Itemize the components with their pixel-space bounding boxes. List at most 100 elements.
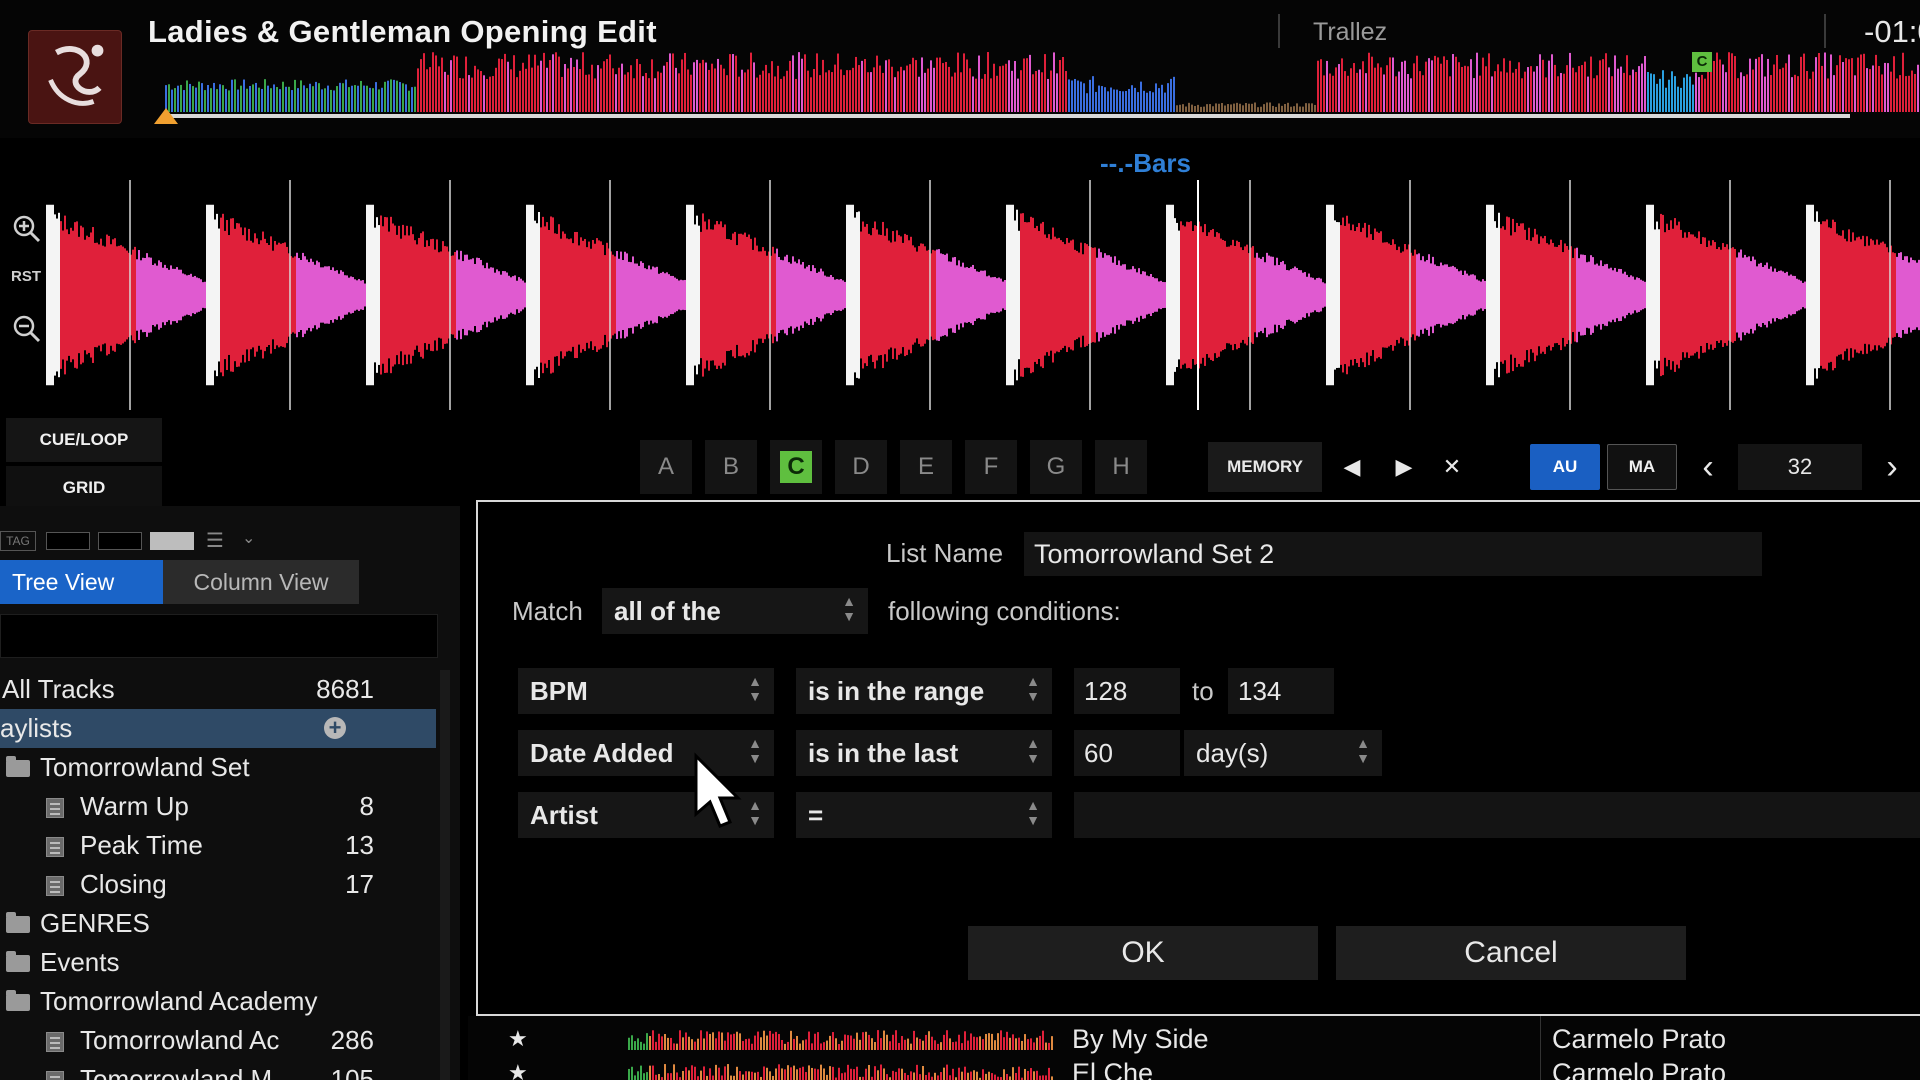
track-row[interactable]: ★ El Che Carmelo Prato bbox=[468, 1056, 1920, 1080]
tree-item-playlist[interactable]: Tomorrowland Ac 286 bbox=[0, 1021, 436, 1060]
tree-item-playlist[interactable]: Warm Up 8 bbox=[0, 787, 436, 826]
time-unit-select[interactable]: day(s) ▲ ▼ bbox=[1184, 730, 1382, 776]
tree-item-label: Closing bbox=[80, 869, 167, 899]
hot-cue-e-button[interactable]: E bbox=[900, 440, 952, 494]
tag-button[interactable]: TAG bbox=[0, 531, 36, 551]
track-title-cell: By My Side bbox=[1072, 1024, 1209, 1054]
tree-item-folder[interactable]: Events bbox=[0, 943, 436, 982]
updown-arrows-icon: ▲ ▼ bbox=[1356, 735, 1370, 766]
memory-prev-icon[interactable]: ◀ bbox=[1330, 442, 1374, 492]
tree-item-label: Tomorrowland Academy bbox=[40, 986, 318, 1016]
playhead-marker-icon bbox=[154, 108, 178, 124]
tab-cue-loop[interactable]: CUE/LOOP bbox=[6, 418, 162, 462]
following-conditions-label: following conditions: bbox=[888, 596, 1121, 626]
artist-value-input[interactable] bbox=[1074, 792, 1920, 838]
bpm-min-input[interactable]: 128 bbox=[1074, 668, 1180, 714]
hot-cue-g-button[interactable]: G bbox=[1030, 440, 1082, 494]
tab-column-view[interactable]: Column View bbox=[163, 560, 359, 604]
hot-cue-a-button[interactable]: A bbox=[640, 440, 692, 494]
zoom-out-icon[interactable] bbox=[12, 314, 42, 344]
tree-item-count: 17 bbox=[345, 869, 374, 899]
hot-cue-c-button[interactable]: C bbox=[770, 440, 822, 494]
folder-icon bbox=[6, 951, 30, 972]
tree-scrollbar[interactable] bbox=[440, 670, 450, 1080]
memory-delete-icon[interactable]: ✕ bbox=[1430, 442, 1474, 492]
remaining-time: -01:0 bbox=[1864, 14, 1920, 49]
hot-cue-f-button[interactable]: F bbox=[965, 440, 1017, 494]
tab-grid[interactable]: GRID bbox=[6, 466, 162, 510]
tree-item-playlist[interactable]: Tomorrowland M 105 bbox=[0, 1060, 436, 1080]
time-unit-value: day(s) bbox=[1196, 738, 1269, 768]
updown-arrows-icon: ▲ ▼ bbox=[842, 593, 856, 624]
track-title-cell: El Che bbox=[1072, 1058, 1154, 1080]
list-name-input[interactable]: Tomorrowland Set 2 bbox=[1024, 532, 1762, 576]
bpm-max-input[interactable]: 134 bbox=[1228, 668, 1334, 714]
playlist-icon bbox=[46, 876, 64, 896]
cancel-button[interactable]: Cancel bbox=[1336, 926, 1686, 980]
artwork-logo-icon bbox=[48, 44, 104, 106]
browser-sidebar: TAG ☰ ⌄ Tree View Column View All Tracks… bbox=[0, 506, 460, 1080]
tree-item-label: Tomorrowland M bbox=[80, 1064, 273, 1080]
track-row[interactable]: ★ By My Side Carmelo Prato bbox=[468, 1022, 1920, 1056]
overview-waveform[interactable] bbox=[165, 52, 1920, 112]
tree-item-label: Events bbox=[40, 947, 120, 977]
chevron-down-icon[interactable]: ⌄ bbox=[242, 528, 264, 550]
list-view-icon[interactable]: ☰ bbox=[206, 530, 234, 552]
condition-operator-select[interactable]: is in the last ▲ ▼ bbox=[796, 730, 1052, 776]
track-artist-cell: Carmelo Prato bbox=[1552, 1058, 1727, 1080]
tree-item-folder[interactable]: GENRES bbox=[0, 904, 436, 943]
header-divider bbox=[1278, 14, 1280, 48]
memory-button[interactable]: MEMORY bbox=[1208, 442, 1322, 492]
mouse-cursor-icon bbox=[694, 752, 742, 828]
zoom-in-icon[interactable] bbox=[12, 214, 42, 244]
layout-swatch-2[interactable] bbox=[98, 532, 142, 550]
tree-item-all-tracks[interactable]: All Tracks 8681 bbox=[0, 670, 436, 709]
updown-arrows-icon: ▲ ▼ bbox=[748, 673, 762, 704]
condition-operator-select[interactable]: is in the range ▲ ▼ bbox=[796, 668, 1052, 714]
tab-tree-view[interactable]: Tree View bbox=[0, 560, 163, 604]
tree-item-playlists[interactable]: aylists + bbox=[0, 709, 436, 748]
zoom-reset-button[interactable]: RST bbox=[11, 268, 41, 285]
ma-button[interactable]: MA bbox=[1607, 444, 1677, 490]
track-artist: Trallez bbox=[1313, 18, 1388, 46]
main-waveform-area[interactable]: --.-Bars RST bbox=[0, 140, 1920, 410]
star-icon[interactable]: ★ bbox=[508, 1056, 528, 1080]
tree-item-playlist[interactable]: Closing 17 bbox=[0, 865, 436, 904]
beat-next-icon[interactable]: › bbox=[1870, 442, 1914, 492]
au-button[interactable]: AU bbox=[1530, 444, 1600, 490]
beat-prev-icon[interactable]: ‹ bbox=[1686, 442, 1730, 492]
condition-field-select[interactable]: BPM ▲ ▼ bbox=[518, 668, 774, 714]
layout-swatch-3[interactable] bbox=[150, 532, 194, 550]
search-input[interactable] bbox=[0, 614, 438, 658]
ok-button[interactable]: OK bbox=[968, 926, 1318, 980]
main-waveform[interactable] bbox=[46, 180, 1920, 410]
tree-item-folder[interactable]: Tomorrowland Academy bbox=[0, 982, 436, 1021]
layout-swatch-1[interactable] bbox=[46, 532, 90, 550]
hot-cue-d-button[interactable]: D bbox=[835, 440, 887, 494]
tree-item-label: Peak Time bbox=[80, 830, 203, 860]
track-artist-cell: Carmelo Prato bbox=[1552, 1024, 1727, 1054]
star-icon[interactable]: ★ bbox=[508, 1022, 528, 1056]
cue-control-row: CUE/LOOP GRID A B C D E F G H MEMORY ◀ ▶… bbox=[0, 410, 1920, 510]
hot-cue-h-button[interactable]: H bbox=[1095, 440, 1147, 494]
days-input[interactable]: 60 bbox=[1074, 730, 1180, 776]
tree-item-count: 286 bbox=[330, 1025, 374, 1055]
tree-item-folder[interactable]: Tomorrowland Set bbox=[0, 748, 436, 787]
folder-icon bbox=[6, 756, 30, 777]
memory-next-icon[interactable]: ▶ bbox=[1382, 442, 1426, 492]
match-select[interactable]: all of the ▲ ▼ bbox=[602, 588, 868, 634]
condition-operator-value: = bbox=[808, 800, 824, 830]
updown-arrows-icon: ▲ ▼ bbox=[1026, 797, 1040, 828]
view-toolbar: TAG ☰ ⌄ bbox=[0, 524, 460, 560]
add-playlist-icon[interactable]: + bbox=[324, 717, 346, 739]
overview-progress-line[interactable] bbox=[165, 114, 1850, 118]
condition-operator-select[interactable]: = ▲ ▼ bbox=[796, 792, 1052, 838]
playlist-tree: All Tracks 8681 aylists + Tomorrowland S… bbox=[0, 670, 436, 1080]
condition-field-value: Date Added bbox=[530, 738, 674, 768]
hot-cue-b-button[interactable]: B bbox=[705, 440, 757, 494]
range-to-label: to bbox=[1192, 676, 1214, 706]
tree-item-playlist[interactable]: Peak Time 13 bbox=[0, 826, 436, 865]
bars-label: --.-Bars bbox=[1100, 148, 1192, 178]
tree-item-label: aylists bbox=[0, 713, 73, 743]
mini-waveform bbox=[628, 1064, 1053, 1080]
